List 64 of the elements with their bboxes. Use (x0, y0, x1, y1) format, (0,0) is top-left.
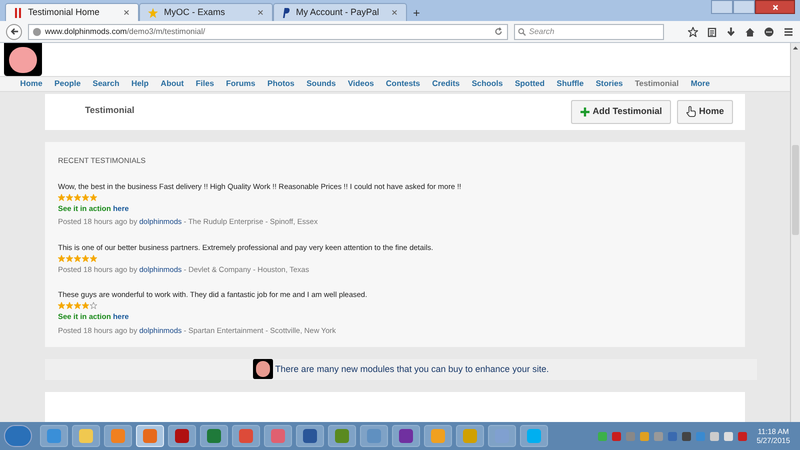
menu-link[interactable]: About (160, 78, 184, 90)
url-text: www.dolphinmods.com/demo3/m/testimonial/ (45, 26, 206, 38)
clipboard-icon[interactable] (707, 26, 717, 36)
star-icon (148, 8, 158, 18)
menu-link[interactable]: Testimonial (634, 78, 679, 90)
star-icon[interactable] (688, 26, 698, 36)
address-field[interactable]: www.dolphinmods.com/demo3/m/testimonial/ (28, 24, 508, 40)
scrollbar-thumb[interactable] (792, 145, 799, 235)
avatar-icon (253, 359, 274, 380)
hand-pointer-icon (686, 106, 696, 118)
browser-tab[interactable]: Testimonial Home (5, 3, 139, 21)
add-button[interactable]: Add Testimonial (570, 100, 671, 124)
menu-link[interactable]: Sounds (306, 78, 336, 90)
back-arrow-icon (10, 27, 18, 36)
taskbar-app-icon[interactable] (232, 425, 260, 447)
bars-icon (14, 8, 22, 18)
search-icon (518, 28, 526, 36)
browser-tab[interactable]: My Account - PayPal (273, 3, 407, 21)
logo-icon[interactable] (4, 43, 42, 76)
page-title: Testimonial (85, 104, 136, 117)
chat-icon[interactable] (764, 26, 774, 36)
search-field[interactable]: Search (514, 24, 664, 40)
menu-link[interactable]: Credits (432, 78, 460, 90)
menu-link[interactable]: Spotted (514, 78, 545, 90)
letter-p-icon (282, 8, 290, 18)
home-button[interactable]: Home (676, 100, 733, 124)
close-icon[interactable] (257, 9, 264, 16)
close-icon[interactable] (123, 9, 130, 16)
tab-title: MyOC - Exams (164, 6, 226, 19)
start-button[interactable] (4, 425, 32, 447)
menu-icon[interactable] (783, 26, 794, 36)
scrollbar[interactable] (790, 43, 800, 422)
menu-link[interactable]: People (54, 78, 81, 90)
banner-text: There are many new modules that you can buy to enhance your site. (275, 362, 549, 376)
menu-link[interactable]: Videos (348, 78, 374, 90)
new-tab-button[interactable]: + (413, 7, 420, 19)
download-icon[interactable] (726, 26, 736, 36)
menu-link[interactable]: Photos (267, 78, 294, 90)
menu-link[interactable]: Schools (472, 78, 503, 90)
tab-title: My Account - PayPal (296, 6, 380, 19)
taskbar-app-icon[interactable] (392, 425, 420, 447)
menu-link[interactable]: Stories (596, 78, 623, 90)
taskbar-app-icon[interactable] (168, 425, 196, 447)
home-icon[interactable] (745, 26, 755, 36)
taskbar-app-icon[interactable] (200, 425, 228, 447)
menu-link[interactable]: Files (196, 78, 214, 90)
menu-link[interactable]: Forums (226, 78, 256, 90)
tray-icons-drawing[interactable] (598, 432, 747, 440)
globe-icon (33, 28, 41, 36)
taskbar-app-icon[interactable] (328, 425, 356, 447)
empty-star-icon (90, 302, 97, 310)
menu-link[interactable]: Shuffle (556, 78, 584, 90)
taskbar-app-icon[interactable] (296, 425, 324, 447)
tab-title: Testimonial Home (28, 6, 101, 19)
menu-link[interactable]: More (690, 78, 710, 90)
browser-tab[interactable]: MyOC - Exams (139, 3, 273, 21)
menu-link[interactable]: Help (131, 78, 149, 90)
close-icon[interactable] (391, 9, 398, 16)
back-button[interactable] (6, 24, 22, 40)
reload-icon[interactable] (494, 27, 503, 36)
menu-link[interactable]: Search (92, 78, 120, 90)
plus-icon (580, 106, 590, 117)
menu-link[interactable]: Home (20, 78, 42, 90)
menu-link[interactable]: Contests (386, 78, 420, 90)
